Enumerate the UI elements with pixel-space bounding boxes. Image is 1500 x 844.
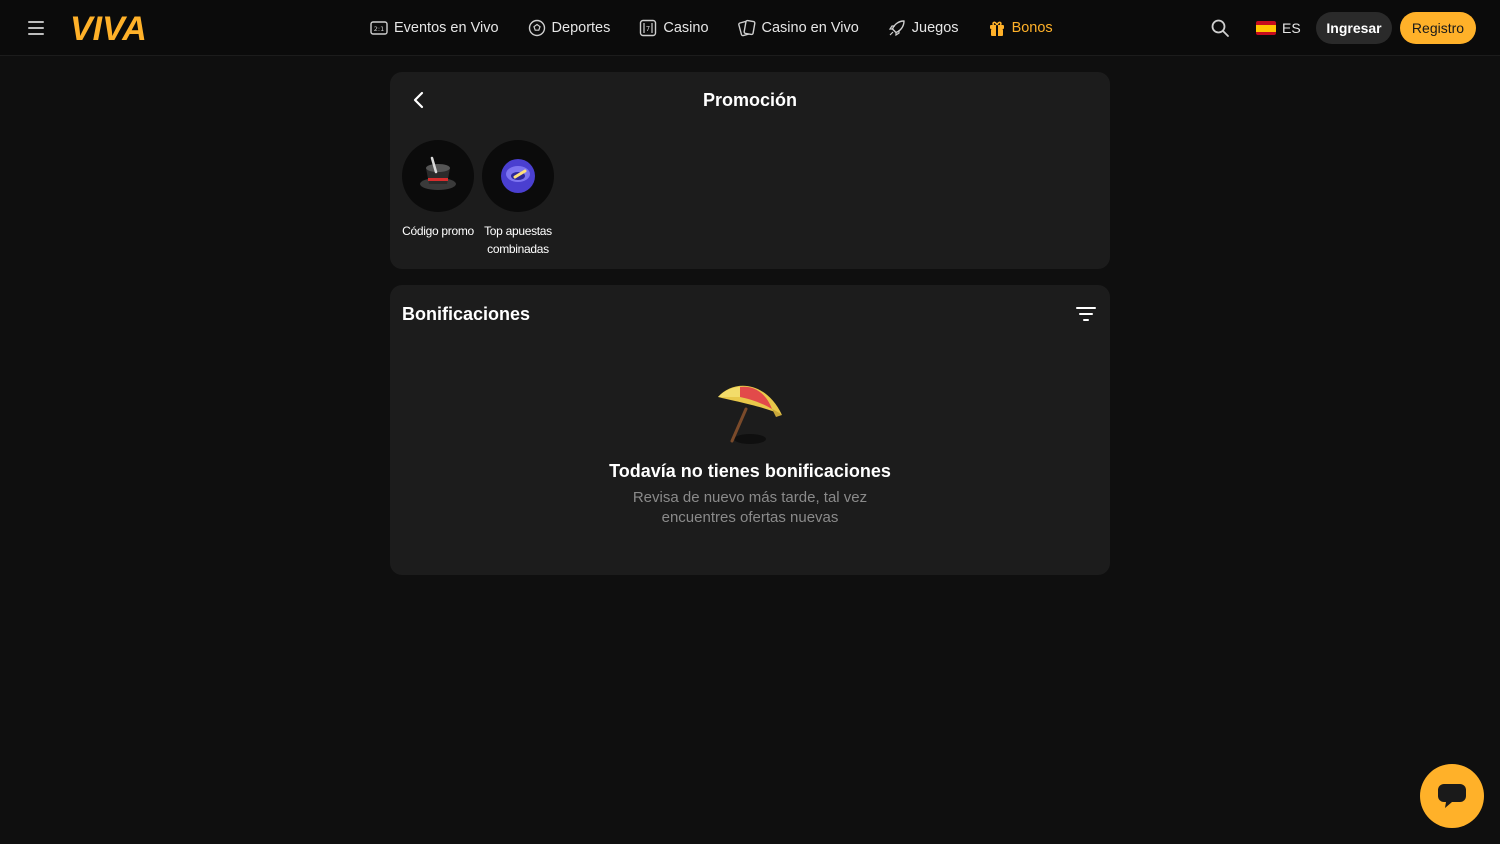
viva-logo[interactable]: VIVA bbox=[70, 11, 172, 45]
magic-hat-icon bbox=[420, 156, 456, 190]
spain-flag-icon bbox=[1256, 21, 1276, 35]
svg-text:7: 7 bbox=[646, 25, 650, 33]
promotion-card: Promoción Código promo Top apuestas comb… bbox=[390, 72, 1110, 269]
bonuses-title: Bonificaciones bbox=[402, 304, 531, 324]
hamburger-menu-icon[interactable] bbox=[24, 18, 48, 38]
promo-circle bbox=[482, 140, 554, 212]
filter-icon[interactable] bbox=[1076, 305, 1096, 323]
nav-casino[interactable]: 7 Casino bbox=[639, 0, 709, 56]
gift-icon bbox=[989, 21, 1004, 36]
main-nav: 2:1 Eventos en Vivo Deportes 7 Casino Ca… bbox=[370, 0, 1053, 56]
rocket-icon bbox=[888, 20, 905, 37]
promo-item-label: Código promo bbox=[402, 224, 474, 238]
nav-label: Eventos en Vivo bbox=[394, 20, 499, 36]
nav-label: Deportes bbox=[551, 20, 611, 36]
empty-state-subtitle: Revisa de nuevo más tarde, tal vez encue… bbox=[632, 489, 868, 526]
nav-sports[interactable]: Deportes bbox=[528, 0, 611, 56]
register-button[interactable]: Registro bbox=[1400, 12, 1476, 44]
nav-live-casino[interactable]: Casino en Vivo bbox=[737, 0, 859, 56]
promo-item-label: Top apuestas combinadas bbox=[484, 224, 552, 256]
chat-support-button[interactable] bbox=[1420, 764, 1484, 828]
empty-state: Todavía no tienes bonificaciones Revisa … bbox=[390, 379, 1110, 528]
nav-label: Casino en Vivo bbox=[761, 20, 859, 36]
svg-text:2:1: 2:1 bbox=[374, 25, 384, 33]
slot-icon: 7 bbox=[640, 19, 657, 37]
beach-umbrella-icon bbox=[718, 385, 782, 444]
promo-circle bbox=[402, 140, 474, 212]
nav-bonuses[interactable]: Bonos bbox=[988, 0, 1053, 56]
blue-bowl-icon bbox=[501, 159, 535, 193]
chat-bubble-icon bbox=[1438, 784, 1466, 808]
promotion-title: Promoción bbox=[702, 90, 797, 110]
language-code: ES bbox=[1282, 20, 1301, 36]
cards-icon bbox=[737, 19, 756, 37]
nav-label: Bonos bbox=[1011, 20, 1053, 36]
language-selector[interactable]: ES bbox=[1256, 18, 1301, 38]
nav-label: Juegos bbox=[911, 20, 959, 36]
login-button[interactable]: Ingresar bbox=[1316, 12, 1392, 44]
nav-live-events[interactable]: 2:1 Eventos en Vivo bbox=[370, 0, 499, 56]
top-header: VIVA 2:1 Eventos en Vivo Deportes 7 Casi… bbox=[0, 0, 1500, 56]
logo-text: VIVA bbox=[70, 11, 147, 45]
nav-label: Casino bbox=[663, 20, 709, 36]
empty-state-title: Todavía no tienes bonificaciones bbox=[609, 461, 891, 481]
search-icon[interactable] bbox=[1210, 18, 1230, 38]
live-events-icon: 2:1 bbox=[370, 21, 388, 35]
bonuses-card: Bonificaciones Todavía no tienes bonific… bbox=[390, 285, 1110, 575]
soccer-ball-icon bbox=[528, 19, 545, 37]
promo-item-code[interactable]: Código promo bbox=[402, 140, 474, 258]
promo-item-top-bets[interactable]: Top apuestas combinadas bbox=[482, 140, 554, 258]
nav-games[interactable]: Juegos bbox=[888, 0, 959, 56]
promotion-items: Código promo Top apuestas combinadas bbox=[402, 140, 554, 258]
